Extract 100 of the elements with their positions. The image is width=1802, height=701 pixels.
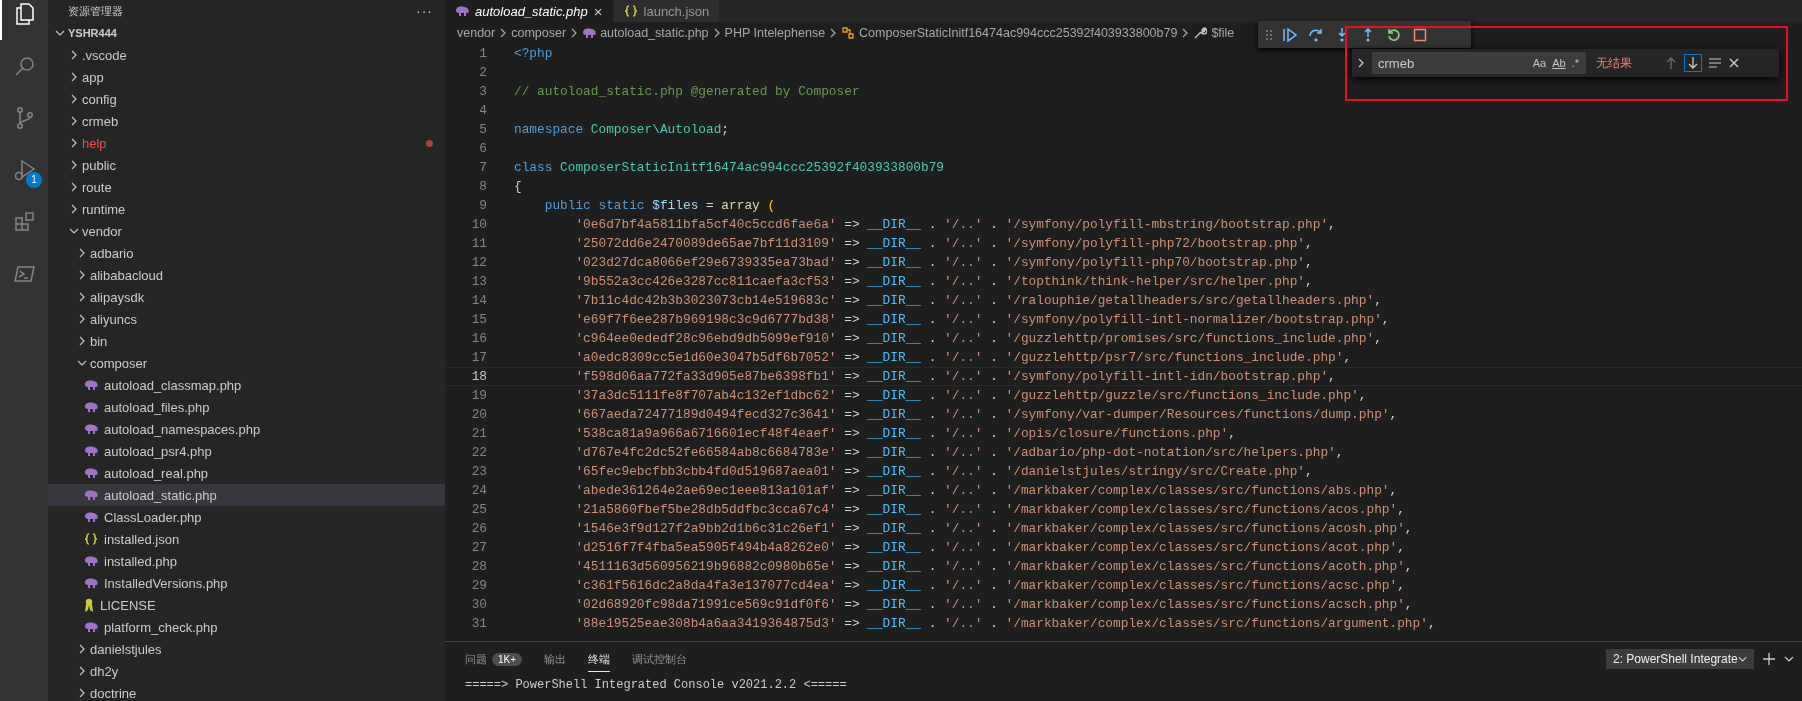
breadcrumb-item[interactable]: ComposerStaticInitf16474ac994ccc25392f403933800b79 (859, 26, 1178, 40)
line-number: 15 (470, 312, 487, 327)
stop-icon[interactable] (1412, 26, 1428, 43)
panel-tab[interactable]: 输出 (544, 646, 567, 672)
count-badge: 1 (26, 172, 42, 188)
step-over-icon[interactable] (1308, 26, 1324, 43)
tree-item[interactable]: InstalledVersions.php (48, 572, 445, 594)
tree-item[interactable]: autoload_files.php (48, 396, 445, 418)
breadcrumb-item[interactable]: $file (1211, 26, 1235, 40)
code-line: '4511163d560956219b96882c0980b65e' => __DIR__ . '/..' . '/markbaker/complex/classes/src/functions/acoth.php', (574, 559, 1413, 574)
files-icon (13, 2, 37, 26)
tree-item[interactable]: doctrine (48, 682, 445, 701)
plus-icon[interactable] (1762, 652, 1776, 666)
breadcrumb-item[interactable]: autoload_static.php (600, 26, 709, 40)
line-number: 12 (470, 255, 487, 270)
tree-item[interactable]: config (48, 88, 445, 110)
tree-item[interactable]: alipaysdk (48, 286, 445, 308)
code-line: 'f598d06aa772fa33d905e87be6398fb1' => __DIR__ . '/..' . '/symfony/polyfill-intl-idn/bootstrap.php', (574, 369, 1336, 384)
search-option-toggle[interactable]: Ab (1549, 55, 1569, 71)
continue-icon[interactable] (1282, 26, 1298, 43)
elephant-icon (84, 380, 98, 390)
tree-item[interactable]: autoload_namespaces.php (48, 418, 445, 440)
chevron-right-icon (499, 28, 508, 38)
panel-tab[interactable]: 终端 (588, 646, 611, 672)
line-number: 29 (470, 578, 487, 593)
line-number: 24 (470, 483, 487, 498)
arrow-up-icon[interactable] (1664, 56, 1678, 70)
tree-item[interactable]: runtime (48, 198, 445, 220)
tree-item[interactable]: danielstjules (48, 638, 445, 660)
line-number: 22 (470, 445, 487, 460)
chevron-down-icon (1737, 654, 1747, 664)
terminal-line: =====> PowerShell Integrated Console v2021.2.2 <===== (464, 677, 848, 694)
code-line: '65fec9ebcfbb3cbb4fd0d519687aea01' => __DIR__ . '/..' . '/danielstjules/stringy/src/Create.php', (574, 464, 1313, 479)
code-line: '37a3dc5111fe8f707ab4c132ef1dbc62' => __DIR__ . '/..' . '/guzzlehttp/guzzle/src/functions_include.php', (574, 388, 1367, 403)
tree-item[interactable]: dh2y (48, 660, 445, 682)
close-icon[interactable] (1728, 57, 1740, 69)
code-line: '25072dd6e2470089de65ae7bf11d3109' => __DIR__ . '/..' . '/symfony/polyfill-php72/bootstrap.php', (574, 236, 1313, 251)
tree-item[interactable]: aliyuncs (48, 308, 445, 330)
restart-icon[interactable] (1386, 26, 1402, 43)
result-status: 无结果 (1596, 54, 1633, 72)
tree-item[interactable]: ClassLoader.php (48, 506, 445, 528)
tree-item[interactable]: LICENSE (48, 594, 445, 616)
tree-item[interactable]: app (48, 66, 445, 88)
panel-tab[interactable]: 调试控制台 (632, 646, 688, 672)
line-number: 4 (478, 103, 487, 118)
code-line: 'd767e4fc2dc52fe66584ab8c6684783e' => __DIR__ . '/..' . '/adbario/php-dot-notation/src/helpers.php', (574, 445, 1344, 460)
tree-item[interactable]: platform_check.php (48, 616, 445, 638)
tree-item[interactable]: autoload_classmap.php (48, 374, 445, 396)
line-number: 18 (470, 369, 487, 384)
tree-item[interactable]: bin (48, 330, 445, 352)
tree-item[interactable]: crmeb (48, 110, 445, 132)
tree-item[interactable]: composer (48, 352, 445, 374)
tree-item[interactable]: installed.php (48, 550, 445, 572)
line-number: 19 (470, 388, 487, 403)
lines-icon[interactable] (1708, 57, 1722, 69)
find-input[interactable]: crmeb Aa Ab .* (1372, 52, 1586, 74)
editor-tab[interactable]: launch.json (613, 0, 721, 22)
code-line: 'abede361264e2ae69ec1eee813a101af' => __DIR__ . '/..' . '/markbaker/complex/classes/src/functions/abs.php', (574, 483, 1398, 498)
line-number: 31 (470, 616, 487, 631)
breadcrumb-item[interactable]: composer (511, 26, 567, 40)
search-option-toggle[interactable]: Aa (1529, 55, 1550, 71)
tree-item[interactable]: autoload_psr4.php (48, 440, 445, 462)
line-number: 3 (478, 84, 487, 99)
elephant-icon (84, 556, 98, 566)
activity-bar-button[interactable]: 1 (0, 144, 48, 196)
tree-item[interactable]: route (48, 176, 445, 198)
elephant-icon (582, 28, 597, 38)
drag-handle-icon[interactable] (1266, 28, 1272, 41)
tree-item[interactable]: public (48, 154, 445, 176)
ribbon-icon (84, 598, 94, 612)
line-number: 1 (478, 46, 487, 61)
tree-item[interactable]: help (48, 132, 445, 154)
line-number: 30 (470, 597, 487, 612)
code-line: 'c361f5616dc2a8da4fa3e137077cd4ea' => __DIR__ . '/..' . '/markbaker/complex/classes/src/functions/acsc.php', (574, 578, 1405, 593)
editor-tab[interactable]: autoload_static.php × (445, 0, 614, 22)
elephant-icon (84, 402, 98, 412)
terminal-dropdown[interactable]: 2: PowerShell Integrate (1606, 649, 1754, 669)
tree-item[interactable]: .vscode (48, 44, 445, 66)
tree-item[interactable]: autoload_static.php (48, 484, 445, 506)
tree-item[interactable]: adbario (48, 242, 445, 264)
next-match-button[interactable] (1684, 54, 1702, 72)
tree-item[interactable]: vendor (48, 220, 445, 242)
panel-tab[interactable]: 问题 1K+ (465, 646, 523, 672)
more-actions-button[interactable]: ··· (416, 3, 433, 19)
breadcrumb-item[interactable]: vendor (457, 26, 496, 40)
elephant-icon (84, 446, 98, 456)
code-line: <?php (514, 46, 553, 61)
tree-item[interactable]: installed.json (48, 528, 445, 550)
code-line: '538ca81a9a966a6716601ecf48f4eaef' => __DIR__ . '/..' . '/opis/closure/functions.php', (574, 426, 1236, 441)
search-option-toggle[interactable]: .* (1568, 55, 1582, 71)
tree-item[interactable]: YSHR444 (48, 22, 445, 44)
class-icon (841, 26, 856, 40)
run-debug-icon (13, 158, 37, 182)
tree-item[interactable]: autoload_real.php (48, 462, 445, 484)
sidebar-title: 资源管理器 (68, 3, 123, 19)
code-line: 'a0edc8309cc5e1d60e3047b5df6b7052' => __DIR__ . '/..' . '/guzzlehttp/psr7/src/functions_include.php', (574, 350, 1352, 365)
chevron-right-icon[interactable] (1356, 57, 1366, 69)
tree-item[interactable]: alibabacloud (48, 264, 445, 286)
chevron-down-icon[interactable] (1784, 654, 1794, 664)
breadcrumb-item[interactable]: PHP Intelephense (724, 26, 826, 40)
